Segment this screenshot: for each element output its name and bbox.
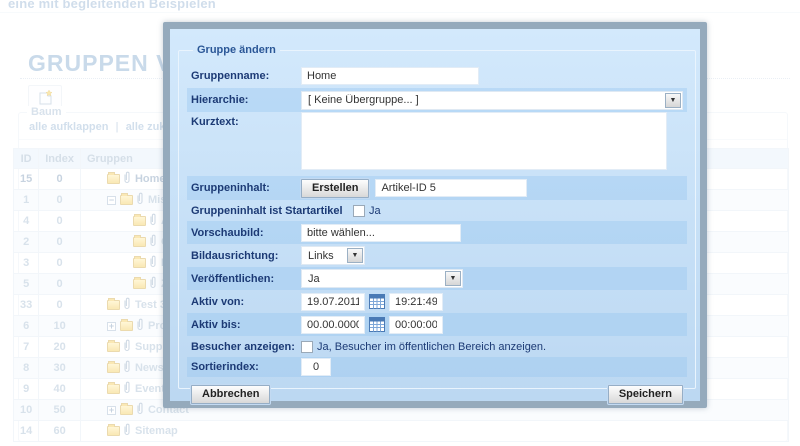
- startartikel-checkbox[interactable]: [353, 205, 365, 217]
- besucher-checkbox[interactable]: [301, 341, 313, 353]
- bildausrichtung-label: Bildausrichtung:: [191, 250, 301, 262]
- besucher-checkbox-label: Ja, Besucher im öffentlichen Bereich anz…: [317, 341, 546, 353]
- startartikel-checkbox-label: Ja: [369, 205, 381, 217]
- hierarchie-selected-value: [ Keine Übergruppe... ]: [302, 94, 665, 106]
- chevron-down-icon[interactable]: ▼: [665, 93, 681, 108]
- bildausrichtung-select[interactable]: Links ▼: [301, 246, 365, 265]
- calendar-icon[interactable]: [369, 294, 385, 309]
- vorschaubild-input[interactable]: [301, 224, 461, 242]
- form-row-gruppeninhalt: Gruppeninhalt: Erstellen: [187, 176, 687, 200]
- form-row-bildausrichtung: Bildausrichtung: Links ▼: [187, 244, 687, 267]
- dialog-legend: Gruppe ändern: [193, 44, 280, 56]
- cancel-button[interactable]: Abbrechen: [191, 385, 270, 404]
- aktiv-bis-time-input[interactable]: [389, 316, 443, 334]
- edit-group-dialog: Gruppe ändern Gruppenname: Hierarchie: […: [163, 22, 707, 408]
- hierarchie-label: Hierarchie:: [191, 94, 301, 106]
- form-row-aktiv-von: Aktiv von:: [187, 290, 687, 313]
- veroeffentlichen-select[interactable]: Ja ▼: [301, 269, 463, 288]
- form-row-aktiv-bis: Aktiv bis:: [187, 313, 687, 336]
- form-row-besucher: Besucher anzeigen: Ja, Besucher im öffen…: [187, 336, 687, 357]
- gruppeninhalt-input[interactable]: [375, 179, 527, 197]
- aktiv-bis-date-input[interactable]: [301, 316, 365, 334]
- chevron-down-icon[interactable]: ▼: [445, 271, 461, 286]
- bildausrichtung-selected-value: Links: [302, 250, 347, 262]
- besucher-label: Besucher anzeigen:: [191, 341, 301, 353]
- form-row-hierarchie: Hierarchie: [ Keine Übergruppe... ] ▼: [187, 88, 687, 112]
- erstellen-button[interactable]: Erstellen: [301, 179, 369, 198]
- aktiv-von-label: Aktiv von:: [191, 296, 301, 308]
- edit-group-fieldset: Gruppe ändern Gruppenname: Hierarchie: […: [178, 44, 696, 389]
- vorschaubild-label: Vorschaubild:: [191, 227, 301, 239]
- kurztext-textarea[interactable]: [301, 112, 667, 170]
- kurztext-label: Kurztext:: [191, 112, 301, 128]
- form-row-vorschaubild: Vorschaubild:: [187, 221, 687, 244]
- form-row-sortierindex: Sortierindex:: [187, 357, 687, 377]
- dialog-button-row: Abbrechen Speichern: [187, 381, 687, 407]
- veroeffentlichen-label: Veröffentlichen:: [191, 273, 301, 285]
- gruppeninhalt-label: Gruppeninhalt:: [191, 182, 301, 194]
- form-row-startartikel: Gruppeninhalt ist Startartikel Ja: [187, 200, 687, 221]
- startartikel-label: Gruppeninhalt ist Startartikel: [191, 205, 353, 217]
- hierarchie-select[interactable]: [ Keine Übergruppe... ] ▼: [301, 91, 683, 110]
- gruppenname-input[interactable]: [301, 67, 479, 85]
- veroeffentlichen-selected-value: Ja: [302, 273, 445, 285]
- sortierindex-input[interactable]: [301, 358, 331, 376]
- aktiv-von-date-input[interactable]: [301, 293, 365, 311]
- form-row-veroeffentlichen: Veröffentlichen: Ja ▼: [187, 267, 687, 290]
- form-row-gruppenname: Gruppenname:: [187, 64, 687, 88]
- aktiv-bis-label: Aktiv bis:: [191, 319, 301, 331]
- gruppenname-label: Gruppenname:: [191, 70, 301, 82]
- form-row-kurztext: Kurztext:: [187, 112, 687, 176]
- chevron-down-icon[interactable]: ▼: [347, 248, 363, 263]
- sortierindex-label: Sortierindex:: [191, 361, 301, 373]
- aktiv-von-time-input[interactable]: [389, 293, 443, 311]
- calendar-icon[interactable]: [369, 317, 385, 332]
- save-button[interactable]: Speichern: [608, 385, 683, 404]
